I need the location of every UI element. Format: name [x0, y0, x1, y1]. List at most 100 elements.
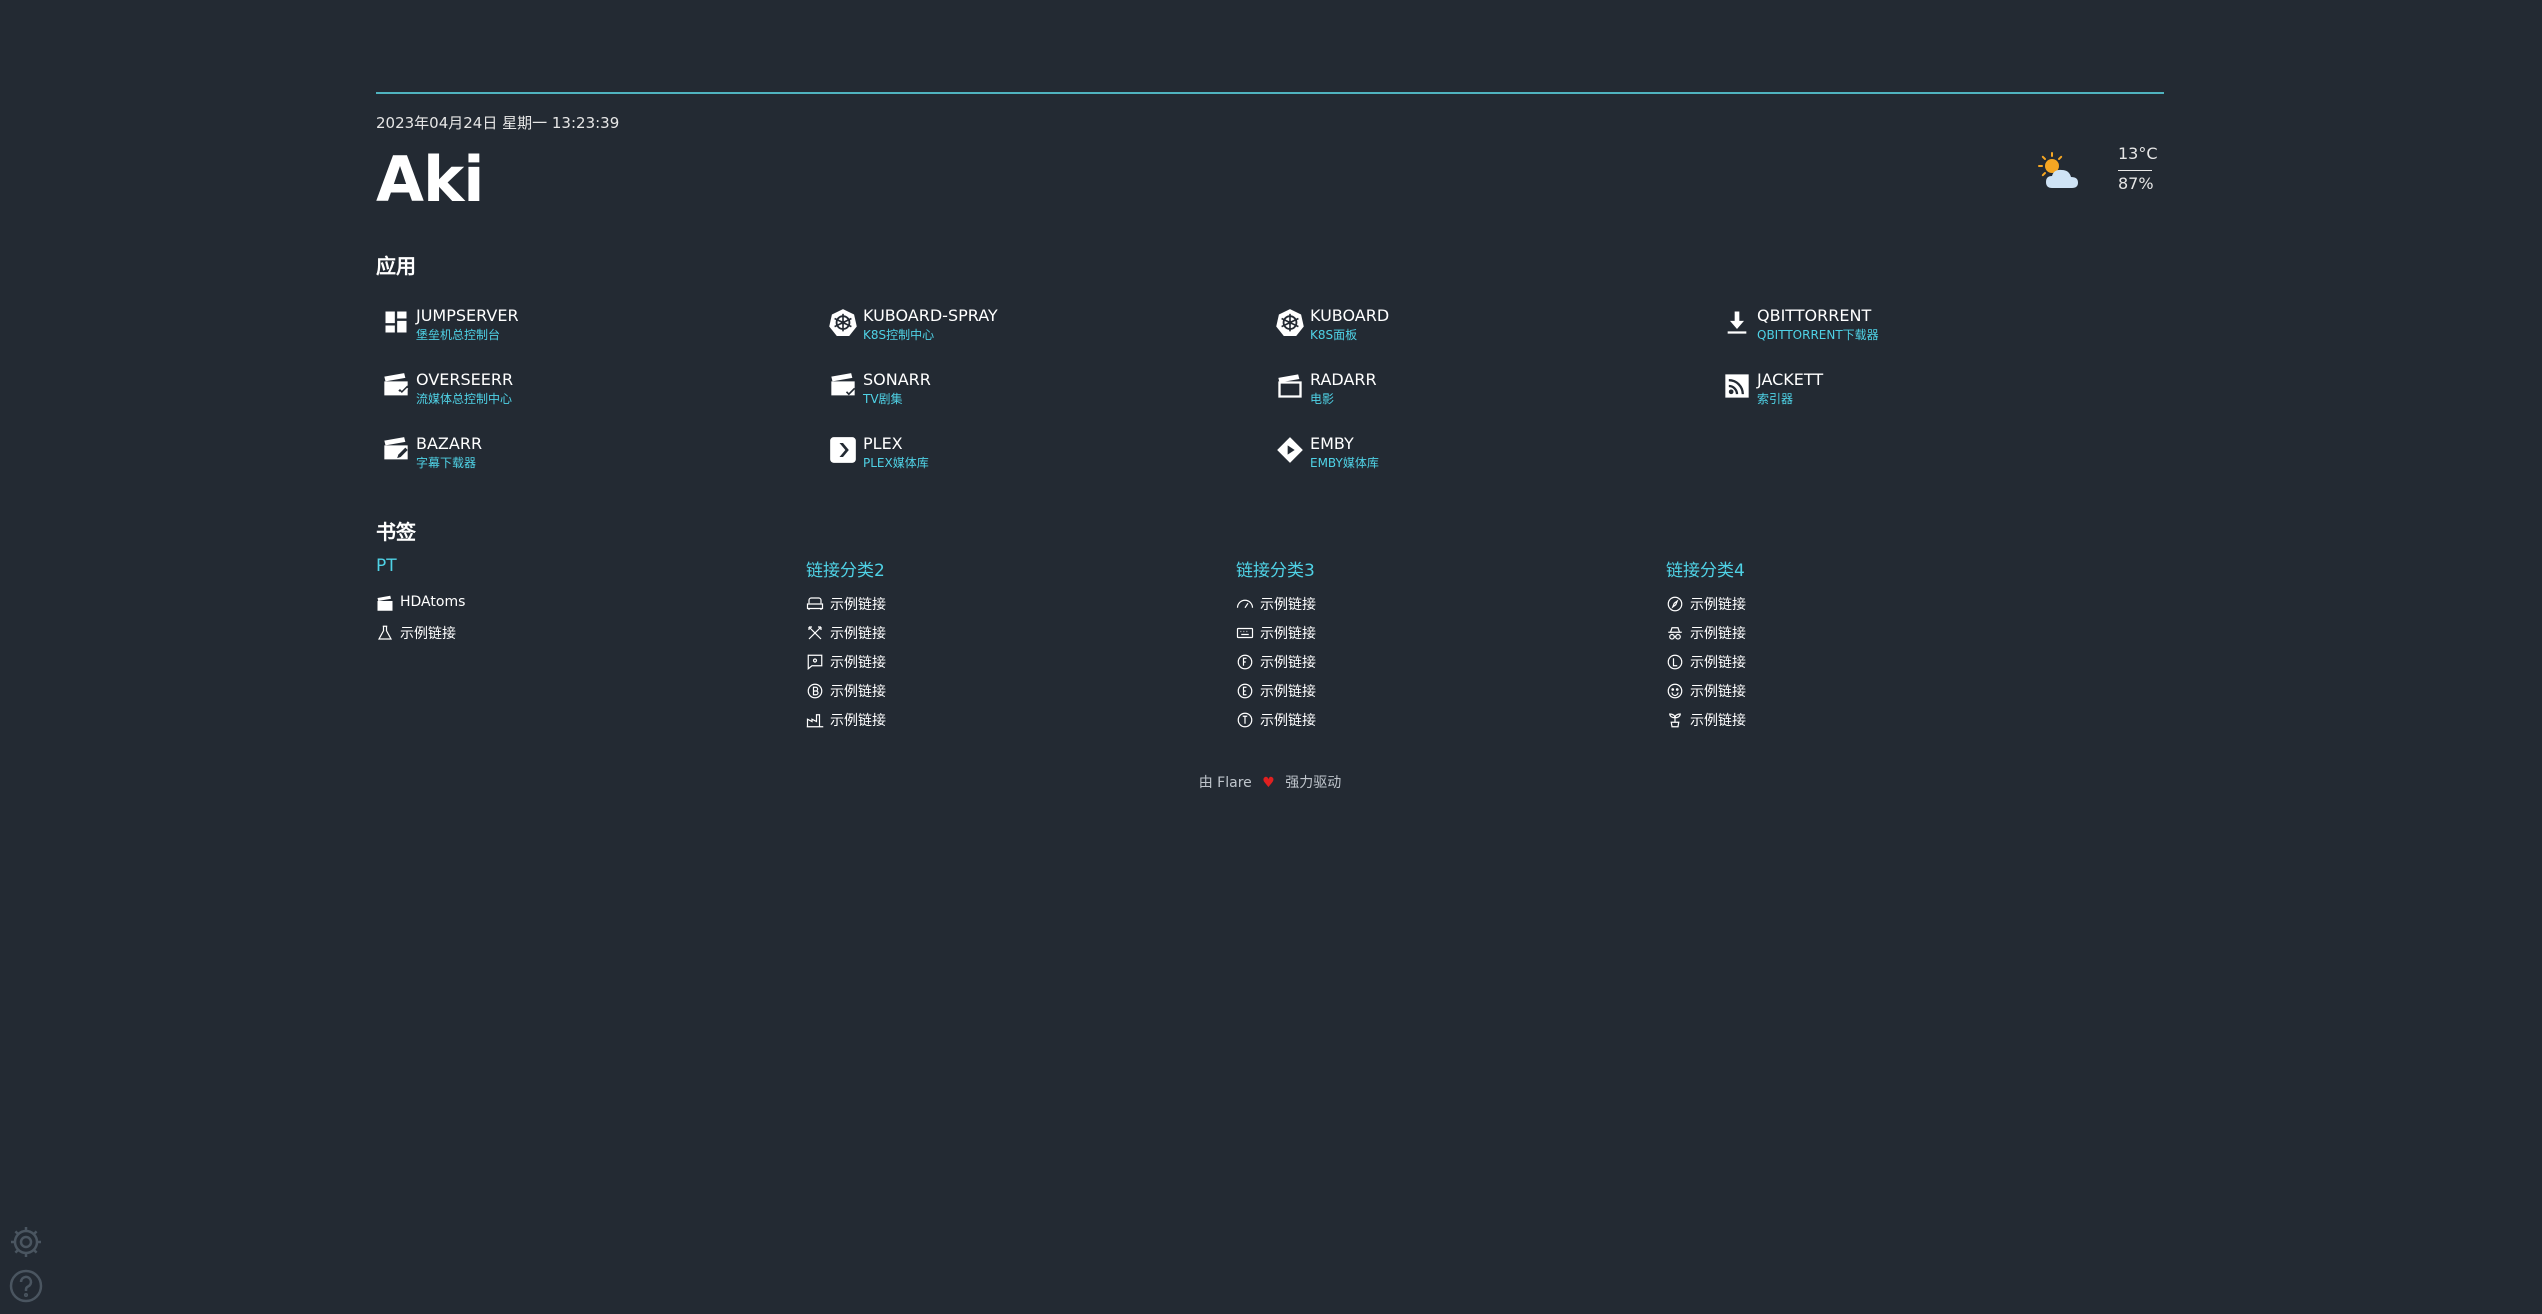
app-name: EMBY [1310, 434, 1354, 453]
weather-humidity: 87% [2118, 174, 2154, 193]
bookmarks-title: 书签 [376, 520, 416, 544]
app-desc: 索引器 [1757, 392, 1794, 406]
bookmark-group-title: 链接分类3 [1236, 561, 1315, 581]
bookmark-link[interactable]: 示例链接 [806, 621, 1106, 643]
app-name: RADARR [1310, 370, 1377, 389]
footer-prefix[interactable]: 由 Flare [1199, 775, 1252, 791]
gear-icon [11, 1227, 41, 1257]
bookmark-group-title: 链接分类2 [806, 561, 885, 581]
app-emby[interactable]: EMBY EMBY媒体库 [1270, 428, 1690, 472]
gauge-icon [1236, 595, 1254, 613]
bookmark-label: 示例链接 [1260, 626, 1316, 642]
bookmark-link[interactable]: 示例链接 [806, 679, 1106, 701]
bookmark-label: 示例链接 [1260, 655, 1316, 671]
help-icon [9, 1269, 43, 1303]
factory-icon [806, 711, 824, 729]
apps-title: 应用 [376, 254, 416, 278]
app-desc: K8S面板 [1310, 328, 1358, 342]
movie-icon [376, 595, 394, 613]
bookmark-label: 示例链接 [1260, 597, 1316, 613]
app-desc: EMBY媒体库 [1310, 456, 1379, 470]
bookmark-link[interactable]: 示例链接 [806, 708, 1106, 730]
circle-letter-icon [1236, 653, 1254, 671]
app-jumpserver[interactable]: JUMPSERVER 堡垒机总控制台 [376, 300, 796, 344]
bookmark-group-title: PT [376, 556, 397, 576]
app-name: OVERSEERR [416, 370, 514, 389]
app-name: JACKETT [1757, 370, 1824, 389]
bookmark-group-title: 链接分类4 [1666, 561, 1745, 581]
app-desc: PLEX媒体库 [863, 456, 929, 470]
movie-check-icon [829, 372, 857, 400]
weather-divider [2118, 170, 2152, 171]
app-name: BAZARR [416, 434, 483, 453]
bookmark-link[interactable]: 示例链接 [1236, 679, 1536, 701]
sofa-icon [806, 595, 824, 613]
app-plex[interactable]: PLEX PLEX媒体库 [823, 428, 1243, 472]
app-sonarr[interactable]: SONARR TV剧集 [823, 364, 1243, 408]
flask-icon [376, 624, 394, 642]
app-kuboard-spray[interactable]: KUBOARD-SPRAY K8S控制中心 [823, 300, 1243, 344]
kubernetes-icon [1276, 308, 1304, 336]
app-desc: K8S控制中心 [863, 328, 935, 342]
app-radarr[interactable]: RADARR 电影 [1270, 364, 1690, 408]
plex-icon [829, 436, 857, 464]
bookmark-label: 示例链接 [400, 626, 456, 642]
bookmark-link[interactable]: 示例链接 [1666, 650, 1966, 672]
app-name: KUBOARD-SPRAY [863, 306, 998, 325]
bookmark-label: 示例链接 [1690, 597, 1746, 613]
bookmark-link[interactable]: 示例链接 [376, 621, 676, 643]
circle-letter-icon [1236, 682, 1254, 700]
bookmark-label: 示例链接 [830, 655, 886, 671]
bookmark-link[interactable]: 示例链接 [1666, 708, 1966, 730]
spy-icon [1666, 624, 1684, 642]
app-name: PLEX [863, 434, 903, 453]
app-bazarr[interactable]: BAZARR 字幕下载器 [376, 428, 796, 472]
app-overseerr[interactable]: OVERSEERR 流媒体总控制中心 [376, 364, 796, 408]
bookmark-link[interactable]: HDAtoms [376, 592, 676, 614]
app-desc: 堡垒机总控制台 [416, 328, 501, 342]
weather-widget: 13°C 87% [2036, 140, 2164, 200]
dashboard-icon [382, 308, 410, 336]
app-name: KUBOARD [1310, 306, 1390, 325]
settings-button[interactable] [8, 1224, 44, 1260]
bookmark-label: 示例链接 [830, 684, 886, 700]
bookmark-label: HDAtoms [400, 594, 466, 610]
app-kuboard[interactable]: KUBOARD K8S面板 [1270, 300, 1690, 344]
weather-temperature: 13°C [2118, 144, 2158, 163]
circle-letter-icon [1236, 711, 1254, 729]
keyboard-icon [1236, 624, 1254, 642]
app-desc: TV剧集 [863, 392, 903, 406]
top-divider [376, 92, 2164, 94]
kubernetes-icon [829, 308, 857, 336]
bookmark-link[interactable]: 示例链接 [1236, 650, 1536, 672]
chat-icon [806, 653, 824, 671]
bookmark-link[interactable]: 示例链接 [806, 650, 1106, 672]
datetime: 2023年04月24日 星期一 13:23:39 [376, 114, 620, 132]
app-desc: 字幕下载器 [416, 456, 477, 470]
emby-icon [1276, 436, 1304, 464]
bookmark-link[interactable]: 示例链接 [1236, 708, 1536, 730]
app-jackett[interactable]: JACKETT 索引器 [1717, 364, 2137, 408]
app-desc: 流媒体总控制中心 [416, 392, 513, 406]
plant-icon [1666, 711, 1684, 729]
heart-icon: ♥ [1262, 775, 1275, 791]
app-qbittorrent[interactable]: QBITTORRENT QBITTORRENT下载器 [1717, 300, 2137, 344]
bookmark-label: 示例链接 [1690, 684, 1746, 700]
circle-letter-icon [806, 682, 824, 700]
compass-icon [1666, 595, 1684, 613]
bookmark-link[interactable]: 示例链接 [1666, 592, 1966, 614]
bookmark-label: 示例链接 [830, 626, 886, 642]
bookmark-link[interactable]: 示例链接 [806, 592, 1106, 614]
bookmark-link[interactable]: 示例链接 [1666, 679, 1966, 701]
bookmark-link[interactable]: 示例链接 [1666, 621, 1966, 643]
rss-icon [1723, 372, 1751, 400]
bookmark-link[interactable]: 示例链接 [1236, 621, 1536, 643]
footer: 由 Flare ♥ 强力驱动 [376, 772, 2164, 792]
bookmark-label: 示例链接 [1260, 713, 1316, 729]
download-icon [1723, 308, 1751, 336]
footer-suffix: 强力驱动 [1285, 775, 1342, 791]
app-name: QBITTORRENT [1757, 306, 1872, 325]
help-button[interactable] [8, 1268, 44, 1304]
movie-edit-icon [382, 436, 410, 464]
bookmark-link[interactable]: 示例链接 [1236, 592, 1536, 614]
